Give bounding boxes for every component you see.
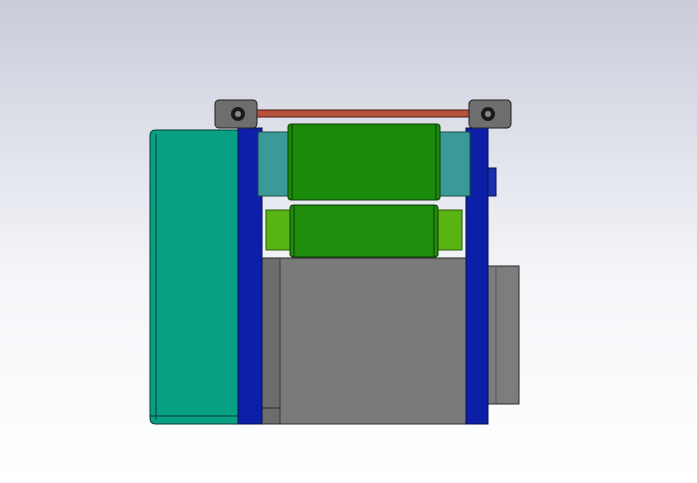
side-cover[interactable] [149,129,239,425]
cad-model-view[interactable] [0,0,697,483]
rear-motor-cap[interactable] [485,265,520,405]
upper-roller[interactable] [287,123,441,201]
motor-housing[interactable] [261,257,468,425]
lower-roller[interactable] [289,204,439,258]
cad-viewport[interactable] [0,0,697,483]
tension-rod[interactable] [255,109,475,118]
